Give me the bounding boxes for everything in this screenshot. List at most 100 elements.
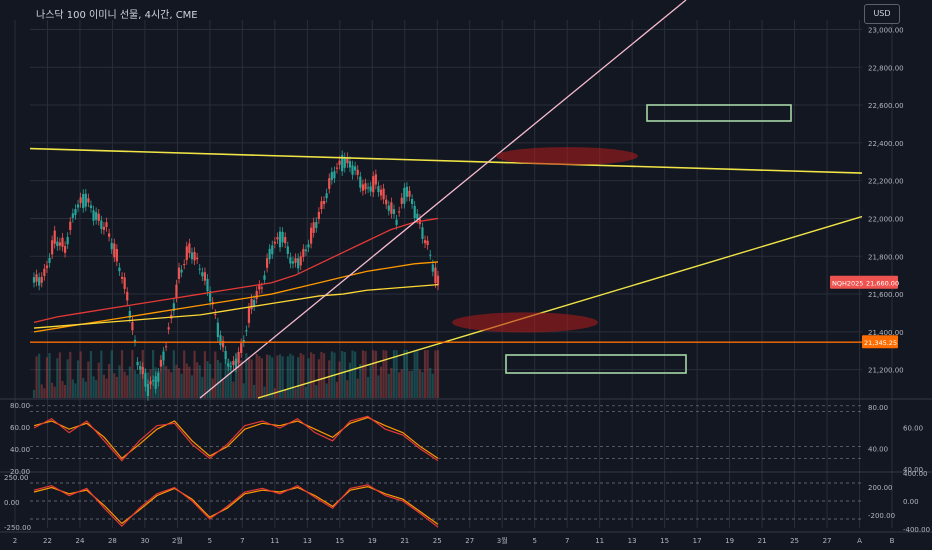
candle-body xyxy=(416,213,419,220)
chart-canvas[interactable]: 2 22 24 28 30 2월 5 7 11 13 15 19 21 25 27 3월 5 7 11 13 15 17 1… xyxy=(0,0,932,550)
volume-bar xyxy=(374,350,377,398)
x-tick-label: 25 xyxy=(433,537,442,545)
x-tick-label: 28 xyxy=(108,537,117,545)
volume-bar xyxy=(416,350,419,398)
volume-bar xyxy=(84,381,87,398)
volume-bar xyxy=(232,381,235,398)
volume-bar xyxy=(291,355,295,398)
candle-body xyxy=(193,251,196,261)
candle-body xyxy=(76,204,80,208)
x-tick-label: 7 xyxy=(240,537,244,545)
y-tick-label: 21,600.00 xyxy=(868,291,904,299)
volume-bar xyxy=(120,350,124,398)
candle-body xyxy=(100,220,103,229)
volume-bar xyxy=(126,375,129,398)
volume-bar xyxy=(403,350,406,398)
volume-bar xyxy=(234,352,238,398)
volume-bar xyxy=(198,365,201,398)
volume-bar xyxy=(48,352,51,398)
candle-body xyxy=(392,209,396,214)
candle-body xyxy=(325,193,328,199)
candle-body xyxy=(343,157,346,168)
volume-bar xyxy=(346,380,349,398)
support-price-label: 21,345.25 xyxy=(864,339,897,347)
volume-bar xyxy=(315,385,318,398)
candle-body xyxy=(385,199,388,205)
candle-body xyxy=(97,213,100,221)
candle-body xyxy=(203,272,207,281)
y-tick-label: 22,600.00 xyxy=(868,102,904,110)
volume-bar xyxy=(51,382,54,398)
candle-body xyxy=(190,252,194,260)
volume-bar xyxy=(110,350,113,398)
x-tick-label: 2월 xyxy=(172,536,183,545)
volume-bar xyxy=(185,363,188,398)
candle-body xyxy=(286,246,289,254)
volume-bar xyxy=(136,373,139,398)
volume-bar xyxy=(118,365,121,398)
candle-body xyxy=(133,340,137,342)
x-tick-label: 19 xyxy=(368,537,377,545)
volume-bar xyxy=(429,368,432,398)
volume-bar xyxy=(66,359,69,398)
candle-body xyxy=(51,240,54,255)
volume-bar xyxy=(172,350,175,398)
volume-bar xyxy=(413,350,416,398)
candle-body xyxy=(395,219,398,225)
volume-bar xyxy=(123,371,126,398)
x-tick-label: 11 xyxy=(595,537,604,545)
candle-body xyxy=(429,254,432,256)
volume-bar xyxy=(87,361,90,398)
candle-body xyxy=(317,211,320,220)
volume-bar xyxy=(154,367,157,398)
volume-bar xyxy=(408,370,411,398)
candle-body xyxy=(87,198,90,203)
volume-bar xyxy=(237,357,240,398)
candle-body xyxy=(180,269,183,273)
volume-bar xyxy=(431,373,434,398)
volume-bar xyxy=(364,351,367,398)
volume-bar xyxy=(304,386,308,398)
candle-body xyxy=(258,284,261,290)
volume-bar xyxy=(390,367,393,398)
volume-bar xyxy=(385,350,388,398)
candle-body xyxy=(302,248,305,257)
volume-bar xyxy=(302,354,305,398)
volume-bar xyxy=(190,375,194,398)
volume-bar xyxy=(382,350,385,398)
volume-bar xyxy=(359,363,362,398)
volume-bar xyxy=(105,378,108,398)
candle-body xyxy=(354,166,357,171)
y-tick-label: 22,400.00 xyxy=(868,140,904,148)
x-tick-label: 5 xyxy=(208,537,212,545)
volume-bar xyxy=(395,350,398,398)
currency-button[interactable]: USD xyxy=(864,4,900,24)
volume-bar xyxy=(69,351,72,398)
volume-bar xyxy=(271,357,274,398)
candle-body xyxy=(421,227,424,239)
x-tick-label: 24 xyxy=(76,537,85,545)
volume-bar xyxy=(209,364,212,398)
volume-bar xyxy=(203,351,207,398)
volume-bar xyxy=(255,353,258,398)
volume-bar xyxy=(139,367,142,398)
chart-background xyxy=(0,0,932,550)
volume-bar xyxy=(284,389,287,398)
candle-body xyxy=(115,248,118,262)
candle-body xyxy=(278,231,282,248)
candle-body xyxy=(434,267,437,284)
candle-body xyxy=(405,186,409,197)
candle-body xyxy=(265,258,269,268)
volume-bar xyxy=(167,369,170,398)
oscillator-2-left-tick: -250.00 xyxy=(4,524,31,532)
candle-body xyxy=(400,197,403,204)
candle-body xyxy=(53,230,56,244)
current-price-label: 21,660.00 xyxy=(866,280,899,288)
x-tick-label: 3월 xyxy=(497,536,508,545)
y-tick-label: 21,800.00 xyxy=(868,253,904,261)
candle-body xyxy=(338,160,341,165)
candle-body xyxy=(372,176,375,193)
volume-bar xyxy=(180,373,183,398)
candle-body xyxy=(35,274,38,282)
volume-bar xyxy=(157,370,160,398)
